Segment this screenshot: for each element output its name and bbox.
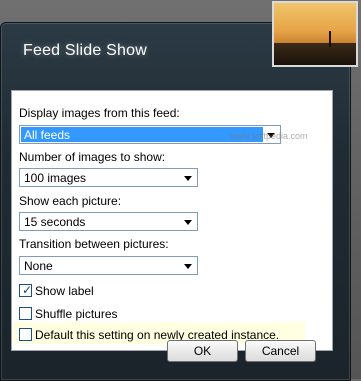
default-setting-text[interactable]: Default this setting on newly created in… xyxy=(35,328,279,342)
settings-dialog: Feed Slide Show Display images from this… xyxy=(0,22,351,381)
feed-select-value: All feeds xyxy=(21,127,263,142)
gadget-preview-thumbnail xyxy=(272,1,358,67)
show-label-text[interactable]: Show label xyxy=(35,284,94,298)
duration-select-value: 15 seconds xyxy=(24,215,86,229)
checkmark-icon: ✓ xyxy=(22,283,33,297)
transition-label: Transition between pictures: xyxy=(19,237,169,251)
transition-select[interactable]: None xyxy=(19,256,198,275)
watermark-url: www.softpedia.com xyxy=(230,131,308,141)
show-label-checkbox[interactable]: ✓ xyxy=(19,283,35,299)
checkbox-box[interactable]: ✓ xyxy=(19,283,33,297)
checkbox-box[interactable] xyxy=(19,328,32,341)
count-select-value: 100 images xyxy=(24,171,87,185)
default-setting-checkbox[interactable] xyxy=(19,327,35,343)
settings-panel: Display images from this feed: All feeds… xyxy=(11,90,333,351)
thumbnail-mast xyxy=(329,31,331,47)
chevron-down-icon[interactable] xyxy=(184,264,192,269)
duration-label: Show each picture: xyxy=(19,194,122,208)
count-select[interactable]: 100 images xyxy=(19,168,198,187)
shuffle-text[interactable]: Shuffle pictures xyxy=(35,307,118,321)
duration-select[interactable]: 15 seconds xyxy=(19,212,198,231)
watermark-text: SOFTPEDIA xyxy=(205,101,327,121)
feed-label: Display images from this feed: xyxy=(19,106,180,120)
ok-button[interactable]: OK xyxy=(167,340,238,362)
shuffle-checkbox[interactable] xyxy=(19,306,35,322)
thumbnail-sea xyxy=(274,43,356,65)
transition-select-value: None xyxy=(24,259,53,273)
dialog-title: Feed Slide Show xyxy=(23,42,147,59)
cancel-button[interactable]: Cancel xyxy=(245,340,316,362)
checkbox-box[interactable] xyxy=(19,307,32,320)
count-label: Number of images to show: xyxy=(19,150,166,164)
chevron-down-icon[interactable] xyxy=(184,176,192,181)
chevron-down-icon[interactable] xyxy=(184,220,192,225)
